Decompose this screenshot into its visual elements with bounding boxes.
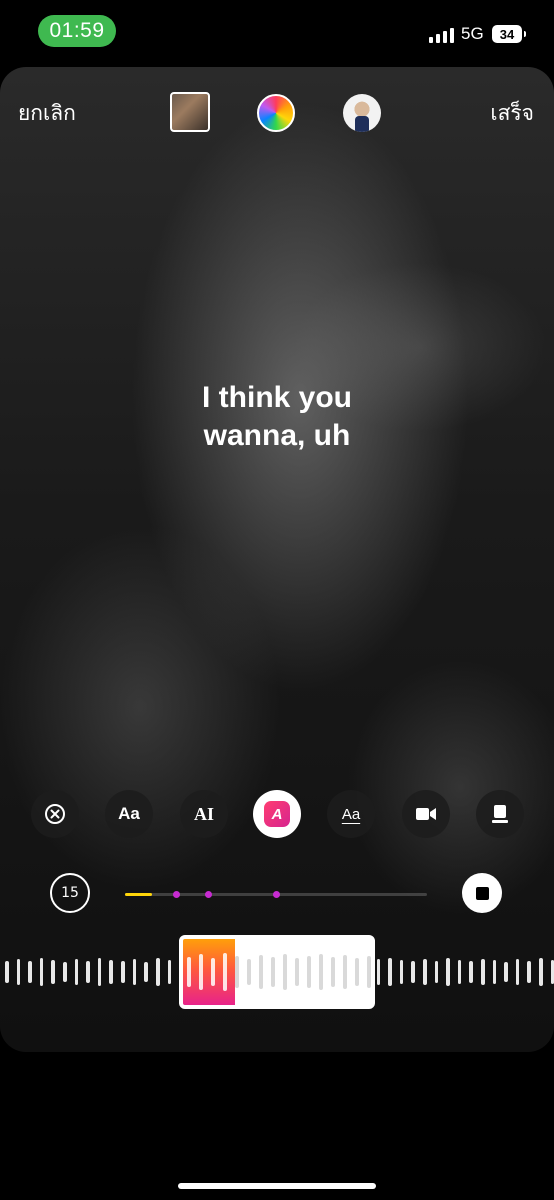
cancel-button[interactable]: ยกเลิก: [18, 97, 76, 130]
waveform-bar: [422, 959, 427, 985]
font-button[interactable]: AI: [180, 790, 228, 838]
color-style-button[interactable]: A: [253, 790, 301, 838]
lyrics-sticker[interactable]: I think you wanna, uh: [0, 379, 554, 455]
waveform-bar: [5, 961, 9, 983]
waveform-bar: [434, 961, 439, 983]
selection-bar: [271, 957, 275, 987]
selection-bar: [343, 955, 347, 989]
waveform-bar: [469, 961, 473, 983]
text-aa-icon: Aa: [118, 804, 140, 823]
waveform-bar: [51, 960, 56, 984]
lyrics-style-toolbar: Aa AI A Aa: [0, 790, 554, 840]
video-button[interactable]: [402, 790, 450, 838]
card-icon: [492, 805, 508, 823]
selection-bar: [283, 954, 287, 990]
status-bar: 01:59 5G 34: [0, 0, 554, 64]
selection-bar: [259, 955, 263, 989]
story-canvas[interactable]: ยกเลิก เสร็จ I think you wanna, uh Aa AI…: [0, 67, 554, 1052]
lyrics-line: wanna, uh: [203, 419, 351, 452]
lyric-marker: [273, 891, 280, 898]
waveform-bar: [539, 958, 543, 986]
progress-fill: [125, 893, 153, 896]
avatar[interactable]: [343, 94, 381, 132]
selection-bar: [199, 954, 203, 990]
stop-icon: [475, 886, 489, 900]
selection-bar: [187, 957, 191, 987]
selection-bar: [235, 956, 239, 988]
waveform-bar: [109, 960, 114, 984]
lyric-marker: [205, 891, 212, 898]
media-thumbnail[interactable]: [170, 92, 210, 132]
lyrics-line: I think you: [202, 381, 352, 414]
selection-bar: [295, 958, 299, 986]
duration-button[interactable]: 15: [50, 873, 90, 913]
selection-bar: [367, 956, 371, 988]
lyrics-timeline: 15: [0, 871, 554, 917]
video-icon: [416, 808, 436, 820]
done-button[interactable]: เสร็จ: [490, 97, 534, 130]
waveform-bar: [121, 961, 125, 983]
font-ai-icon: AI: [193, 803, 214, 824]
waveform-bar: [144, 962, 148, 982]
selection-bar: [211, 958, 215, 986]
waveform-bar: [515, 959, 520, 985]
waveform-bar: [376, 959, 381, 985]
waveform-bar: [388, 958, 392, 986]
waveform-bar: [63, 962, 67, 982]
progress-track[interactable]: [125, 891, 427, 898]
selection-bar: [223, 953, 227, 991]
signal-icon: [429, 27, 454, 43]
waveform-bar: [457, 960, 462, 984]
selection-bar: [307, 956, 311, 988]
clip-selection-handle[interactable]: [179, 935, 375, 1009]
stop-button[interactable]: [462, 873, 502, 913]
status-time: 01:59: [38, 15, 116, 47]
selection-bars: [187, 939, 371, 1005]
selection-bar: [319, 954, 323, 990]
selection-bar: [331, 957, 335, 987]
waveform-bar: [155, 958, 160, 986]
network-type: 5G: [461, 24, 484, 43]
color-a-icon: A: [264, 801, 290, 827]
waveform-bar: [411, 961, 415, 983]
waveform-bar: [132, 959, 137, 985]
remove-lyrics-button[interactable]: [31, 790, 79, 838]
text-style-button[interactable]: Aa: [105, 790, 153, 838]
battery-icon: 34: [492, 25, 526, 43]
waveform-bar: [28, 961, 32, 983]
waveform-bar: [39, 958, 44, 986]
editor-top-bar: ยกเลิก เสร็จ: [0, 67, 554, 157]
waveform-bar: [550, 960, 554, 984]
waveform-bar: [492, 960, 497, 984]
waveform-bar: [399, 960, 404, 984]
color-wheel-icon[interactable]: [257, 94, 295, 132]
underline-aa-icon: Aa: [341, 805, 361, 823]
waveform-bar: [74, 959, 79, 985]
lyric-marker: [173, 891, 180, 898]
waveform-bar: [527, 961, 532, 983]
waveform-bar: [16, 959, 21, 985]
card-button[interactable]: [476, 790, 524, 838]
selection-bar: [355, 958, 359, 986]
selection-bar: [247, 959, 251, 985]
waveform-bar: [97, 958, 102, 986]
waveform-bar: [167, 960, 172, 984]
home-indicator: [178, 1183, 376, 1189]
waveform-bar: [504, 962, 508, 982]
audio-waveform[interactable]: [0, 935, 554, 1009]
waveform-bar: [480, 959, 485, 985]
waveform-bar: [86, 961, 90, 983]
close-circle-icon: [45, 804, 65, 824]
underline-style-button[interactable]: Aa: [327, 790, 375, 838]
waveform-bar: [446, 958, 450, 986]
